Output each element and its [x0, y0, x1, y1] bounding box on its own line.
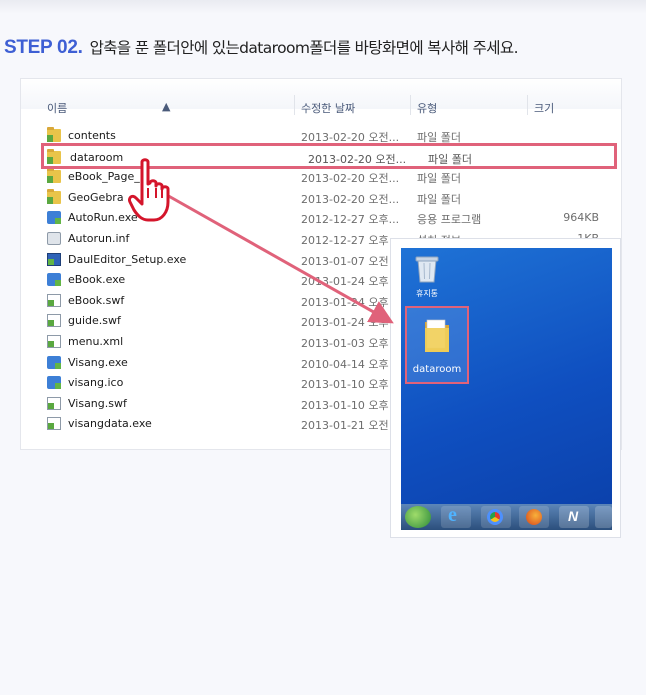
taskbar-item[interactable] [595, 506, 612, 528]
file-row[interactable]: AutoRun.exe 2012-12-27 오후... 응용 프로그램 964KB [21, 207, 621, 228]
file-date: 2013-01-24 오후 [301, 275, 389, 289]
file-date: 2013-02-20 오전... [301, 172, 400, 186]
file-icon [47, 417, 61, 431]
file-name: Visang.exe [68, 355, 128, 369]
file-date: 2013-01-10 오후 [301, 378, 389, 392]
recycle-bin-label: 휴지통 [415, 289, 439, 298]
file-row[interactable]: GeoGebra 2013-02-20 오전... 파일 폴더 [21, 187, 621, 208]
start-button-icon[interactable] [405, 506, 431, 528]
taskbar [401, 504, 612, 530]
file-type: 응용 프로그램 [417, 213, 482, 227]
exe-icon [47, 376, 61, 390]
column-date[interactable]: 수정한 날짜 [301, 100, 355, 116]
file-date: 2012-12-27 오후 [301, 233, 389, 247]
file-name: visangdata.exe [68, 417, 152, 431]
column-header: 이름 ▲ 수정한 날짜 유형 크기 [21, 79, 621, 115]
file-name: guide.swf [68, 314, 121, 328]
desktop: 휴지통 dataroom [401, 248, 612, 530]
internet-explorer-icon[interactable] [441, 504, 471, 528]
column-name[interactable]: 이름 [47, 100, 67, 116]
file-date: 2013-01-21 오전 [301, 419, 389, 433]
file-date: 2013-02-20 오전... [301, 192, 400, 206]
setup-icon [47, 252, 61, 266]
desktop-screenshot: 휴지통 dataroom [390, 238, 621, 538]
file-row[interactable]: eBook_Page_ 2013-02-20 오전... 파일 폴더 [21, 166, 621, 187]
file-date: 2013-01-24 오후 [301, 316, 389, 330]
desktop-folder-label: dataroom [412, 364, 462, 375]
column-divider[interactable] [294, 95, 295, 115]
sort-arrow-icon: ▲ [162, 100, 171, 113]
exe-icon [47, 211, 61, 225]
step-instruction: 압축을 푼 폴더안에 있는dataroom폴더를 바탕화면에 복사해 주세요. [89, 39, 519, 57]
file-name: contents [68, 129, 116, 142]
column-type[interactable]: 유형 [417, 100, 437, 116]
file-date: 2013-01-10 오후 [301, 398, 389, 412]
chrome-icon[interactable] [481, 506, 511, 528]
file-date: 2013-01-24 오후 [301, 295, 389, 309]
file-name: visang.ico [68, 376, 124, 390]
desktop-dataroom-folder[interactable]: dataroom [405, 306, 469, 384]
file-date: 2010-04-14 오후 [301, 357, 389, 371]
step-label: STEP 02. [4, 37, 83, 58]
file-icon [47, 334, 61, 348]
recycle-bin-icon[interactable] [414, 254, 440, 284]
column-divider[interactable] [410, 95, 411, 115]
step-heading: STEP 02. 압축을 푼 폴더안에 있는dataroom폴더를 바탕화면에 … [4, 36, 519, 60]
exe-icon [47, 355, 61, 369]
file-name: GeoGebra [68, 190, 124, 204]
file-icon [47, 293, 61, 307]
file-type: 파일 폴더 [417, 172, 461, 186]
file-name: menu.xml [68, 334, 124, 348]
folder-icon [47, 168, 61, 184]
folder-icon [47, 188, 61, 204]
file-date: 2013-01-03 오후 [301, 336, 389, 350]
pointer-hand-icon [128, 158, 170, 222]
file-date: 2012-12-27 오후... [301, 213, 400, 227]
file-icon [47, 396, 61, 410]
highlighted-file-date: 2013-02-20 오전... [308, 153, 407, 166]
highlighted-file-name: dataroom [70, 151, 124, 164]
file-name: Autorun.inf [68, 231, 130, 245]
file-icon [47, 314, 61, 328]
folder-icon [47, 149, 61, 164]
folder-icon [47, 127, 61, 142]
file-name: eBook.swf [68, 293, 125, 307]
highlighted-file-type: 파일 폴더 [428, 153, 472, 166]
file-size: 964KB [563, 211, 599, 225]
folder-icon [425, 319, 449, 352]
file-date: 2013-01-07 오전 [301, 254, 389, 268]
file-type: 파일 폴더 [417, 192, 461, 206]
exe-icon [47, 273, 61, 287]
column-divider[interactable] [527, 95, 528, 115]
file-name: DaulEditor_Setup.exe [68, 252, 187, 266]
app-n-icon[interactable] [559, 506, 589, 528]
column-size[interactable]: 크기 [534, 100, 554, 116]
file-name: Visang.swf [68, 396, 127, 410]
firefox-icon[interactable] [519, 506, 549, 528]
top-band [0, 0, 646, 14]
file-name: eBook.exe [68, 273, 126, 287]
inf-icon [47, 231, 61, 245]
